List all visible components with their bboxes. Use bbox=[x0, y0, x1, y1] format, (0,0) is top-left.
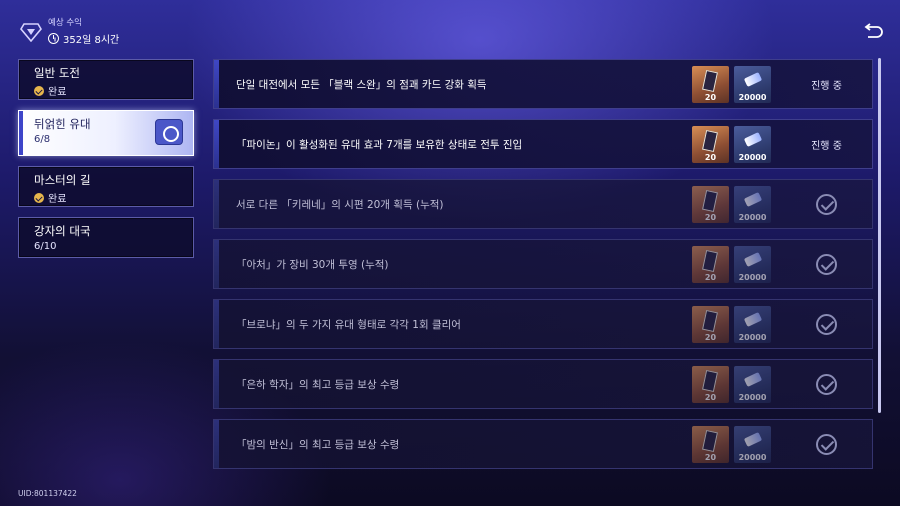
sidebar-item-tangled-bonds[interactable]: 뒤얽힌 유대 6/8 bbox=[18, 110, 194, 156]
mission-description: 「아처」가 장비 30개 투영 (누적) bbox=[236, 258, 389, 271]
reward-count: 20000 bbox=[738, 273, 767, 282]
card-icon bbox=[702, 189, 718, 213]
reward-ticket-item[interactable]: 20000 bbox=[734, 126, 771, 163]
card-icon bbox=[702, 69, 718, 93]
sidebar-item-sub: 완료 bbox=[48, 87, 67, 98]
card-icon bbox=[702, 369, 718, 393]
mission-description: 단일 대전에서 모든 「블랙 스완」의 점괘 카드 강화 획득 bbox=[236, 78, 487, 91]
reward-count: 20000 bbox=[738, 453, 767, 462]
sidebar-item-status: 완료 bbox=[34, 190, 193, 205]
mission-row[interactable]: 「브로냐」의 두 가지 유대 형태로 각각 1회 클리어 20 20000 bbox=[213, 299, 873, 349]
reward-count: 20000 bbox=[738, 333, 767, 342]
reward-card-item[interactable]: 20 bbox=[692, 66, 729, 103]
mission-status: 진행 중 bbox=[811, 140, 842, 152]
mission-description: 「밤의 반신」의 최고 등급 보상 수령 bbox=[236, 438, 400, 451]
earnings-time: 352일 8시간 bbox=[48, 31, 119, 46]
reward-ticket-item[interactable]: 20000 bbox=[734, 186, 771, 223]
sidebar-item-title: 마스터의 길 bbox=[34, 173, 91, 187]
ticket-icon bbox=[743, 72, 763, 87]
reward-ticket-item[interactable]: 20000 bbox=[734, 66, 771, 103]
mission-description: 「브로냐」의 두 가지 유대 형태로 각각 1회 클리어 bbox=[236, 318, 461, 331]
back-arrow-icon[interactable] bbox=[864, 20, 884, 40]
mission-status: 진행 중 bbox=[811, 80, 842, 92]
reward-card-item[interactable]: 20 bbox=[692, 366, 729, 403]
sidebar-item-title: 강자의 대국 bbox=[34, 224, 91, 238]
card-icon bbox=[702, 249, 718, 273]
mission-list: 단일 대전에서 모든 「블랙 스완」의 점괘 카드 강화 획득 20 20000… bbox=[213, 59, 873, 479]
sidebar-item-title: 일반 도전 bbox=[34, 66, 80, 80]
mission-row[interactable]: 단일 대전에서 모든 「블랙 스완」의 점괘 카드 강화 획득 20 20000… bbox=[213, 59, 873, 109]
sidebar-item-sub: 6/8 bbox=[34, 134, 51, 145]
mission-list-scrollbar[interactable] bbox=[878, 58, 881, 413]
reward-count: 20000 bbox=[738, 393, 767, 402]
reward-card-item[interactable]: 20 bbox=[692, 426, 729, 463]
reward-card-item[interactable]: 20 bbox=[692, 186, 729, 223]
mission-description: 서로 다른 「키레네」의 시편 20개 획득 (누적) bbox=[236, 198, 444, 211]
ticket-icon bbox=[743, 192, 763, 207]
card-icon bbox=[702, 129, 718, 153]
reward-count: 20000 bbox=[738, 93, 767, 102]
ticket-icon bbox=[743, 252, 763, 267]
sidebar-item-strong-match[interactable]: 강자의 대국 6/10 bbox=[18, 217, 194, 258]
sidebar-item-sub: 완료 bbox=[48, 194, 67, 205]
reward-card-item[interactable]: 20 bbox=[692, 246, 729, 283]
reward-ticket-item[interactable]: 20000 bbox=[734, 306, 771, 343]
reward-count: 20 bbox=[704, 273, 717, 282]
reward-count: 20 bbox=[704, 93, 717, 102]
diamond-icon bbox=[20, 23, 42, 42]
mission-row[interactable]: 「파이논」이 활성화된 유대 효과 7개를 보유한 상태로 전투 진입 20 2… bbox=[213, 119, 873, 169]
clock-icon bbox=[48, 33, 59, 44]
ticket-icon bbox=[743, 432, 763, 447]
sidebar-item-status: 완료 bbox=[34, 83, 193, 98]
chest-icon bbox=[155, 119, 183, 145]
reward-count: 20000 bbox=[738, 213, 767, 222]
reward-card-item[interactable]: 20 bbox=[692, 306, 729, 343]
reward-count: 20 bbox=[704, 333, 717, 342]
reward-count: 20 bbox=[704, 153, 717, 162]
check-badge-icon bbox=[34, 192, 44, 203]
mission-description: 「파이논」이 활성화된 유대 효과 7개를 보유한 상태로 전투 진입 bbox=[236, 138, 523, 151]
ticket-icon bbox=[743, 312, 763, 327]
reward-count: 20 bbox=[704, 453, 717, 462]
completed-check-icon bbox=[816, 374, 837, 395]
sidebar-item-general-challenge[interactable]: 일반 도전 완료 bbox=[18, 59, 194, 100]
time-remaining: 352일 8시간 bbox=[63, 35, 120, 46]
earnings-header: 예상 수익 352일 8시간 bbox=[20, 18, 119, 46]
reward-ticket-item[interactable]: 20000 bbox=[734, 426, 771, 463]
ticket-icon bbox=[743, 372, 763, 387]
sidebar-item-sub: 6/10 bbox=[34, 241, 57, 252]
user-id: UID:801137422 bbox=[18, 489, 77, 498]
earnings-label: 예상 수익 bbox=[48, 18, 82, 28]
mission-row[interactable]: 서로 다른 「키레네」의 시편 20개 획득 (누적) 20 20000 bbox=[213, 179, 873, 229]
sidebar-item-status: 6/10 bbox=[34, 241, 193, 252]
completed-check-icon bbox=[816, 434, 837, 455]
reward-card-item[interactable]: 20 bbox=[692, 126, 729, 163]
mission-row[interactable]: 「아처」가 장비 30개 투영 (누적) 20 20000 bbox=[213, 239, 873, 289]
reward-ticket-item[interactable]: 20000 bbox=[734, 366, 771, 403]
mission-row[interactable]: 「밤의 반신」의 최고 등급 보상 수령 20 20000 bbox=[213, 419, 873, 469]
completed-check-icon bbox=[816, 314, 837, 335]
mission-description: 「은하 학자」의 최고 등급 보상 수령 bbox=[236, 378, 400, 391]
card-icon bbox=[702, 309, 718, 333]
reward-ticket-item[interactable]: 20000 bbox=[734, 246, 771, 283]
check-badge-icon bbox=[34, 85, 44, 96]
reward-count: 20 bbox=[704, 213, 717, 222]
mission-row[interactable]: 「은하 학자」의 최고 등급 보상 수령 20 20000 bbox=[213, 359, 873, 409]
completed-check-icon bbox=[816, 254, 837, 275]
category-sidebar: 일반 도전 완료 뒤얽힌 유대 6/8 마스터의 길 완료 강자의 대국 6/1… bbox=[18, 59, 194, 268]
card-icon bbox=[702, 429, 718, 453]
completed-check-icon bbox=[816, 194, 837, 215]
reward-count: 20 bbox=[704, 393, 717, 402]
reward-count: 20000 bbox=[738, 153, 767, 162]
sidebar-item-master-path[interactable]: 마스터의 길 완료 bbox=[18, 166, 194, 207]
ticket-icon bbox=[743, 132, 763, 147]
